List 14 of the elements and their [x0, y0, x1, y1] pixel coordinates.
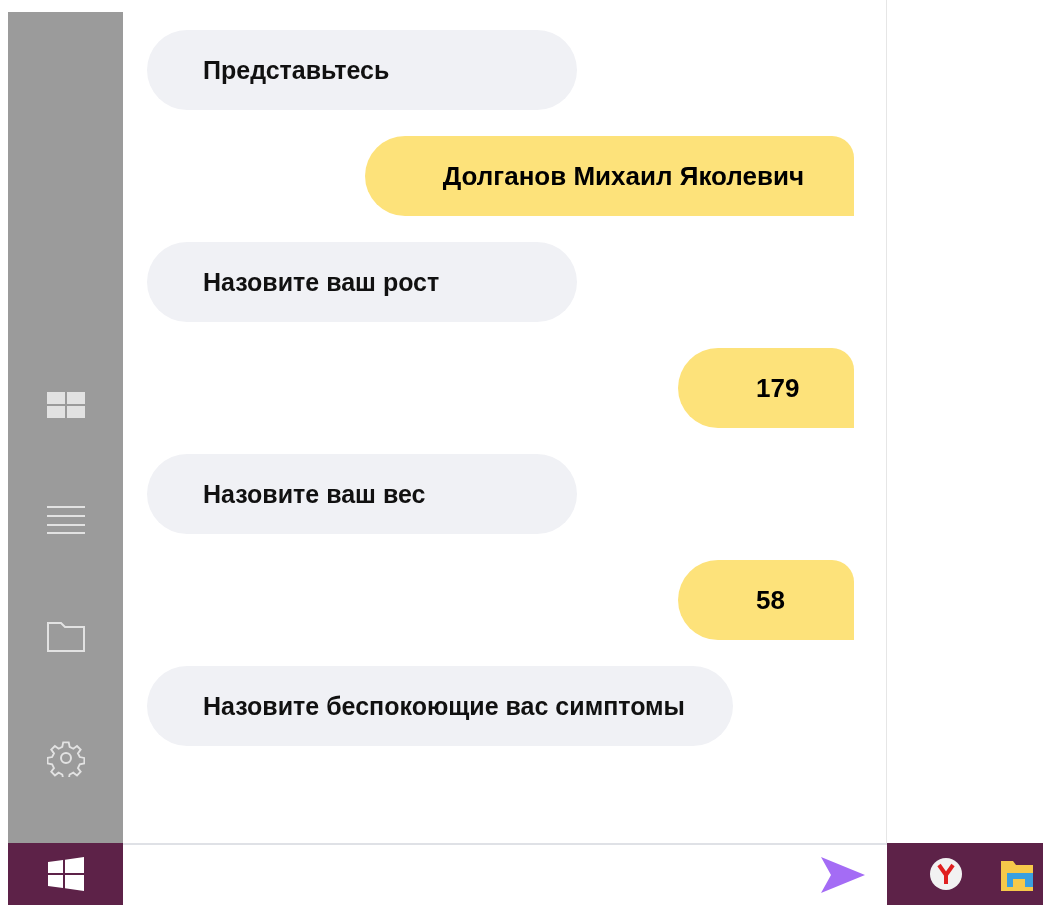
message-bubble: Назовите ваш рост: [147, 242, 577, 322]
list-icon[interactable]: [46, 505, 85, 535]
send-icon[interactable]: [819, 855, 867, 895]
message-bubble: 179: [678, 348, 854, 428]
message-bubble: Представьтесь: [147, 30, 577, 110]
message-bubble: 58: [678, 560, 854, 640]
windows-icon: [47, 857, 84, 891]
settings-icon[interactable]: [46, 739, 85, 777]
message-bubble: Назовите ваш вес: [147, 454, 577, 534]
message-bubble: Долганов Михаил Яколевич: [364, 136, 854, 216]
browser-icon[interactable]: [929, 857, 963, 891]
start-button[interactable]: [8, 843, 123, 905]
message-bubble: Назовите беспокоющие вас симптомы: [147, 666, 733, 746]
grid-icon[interactable]: [46, 392, 85, 418]
